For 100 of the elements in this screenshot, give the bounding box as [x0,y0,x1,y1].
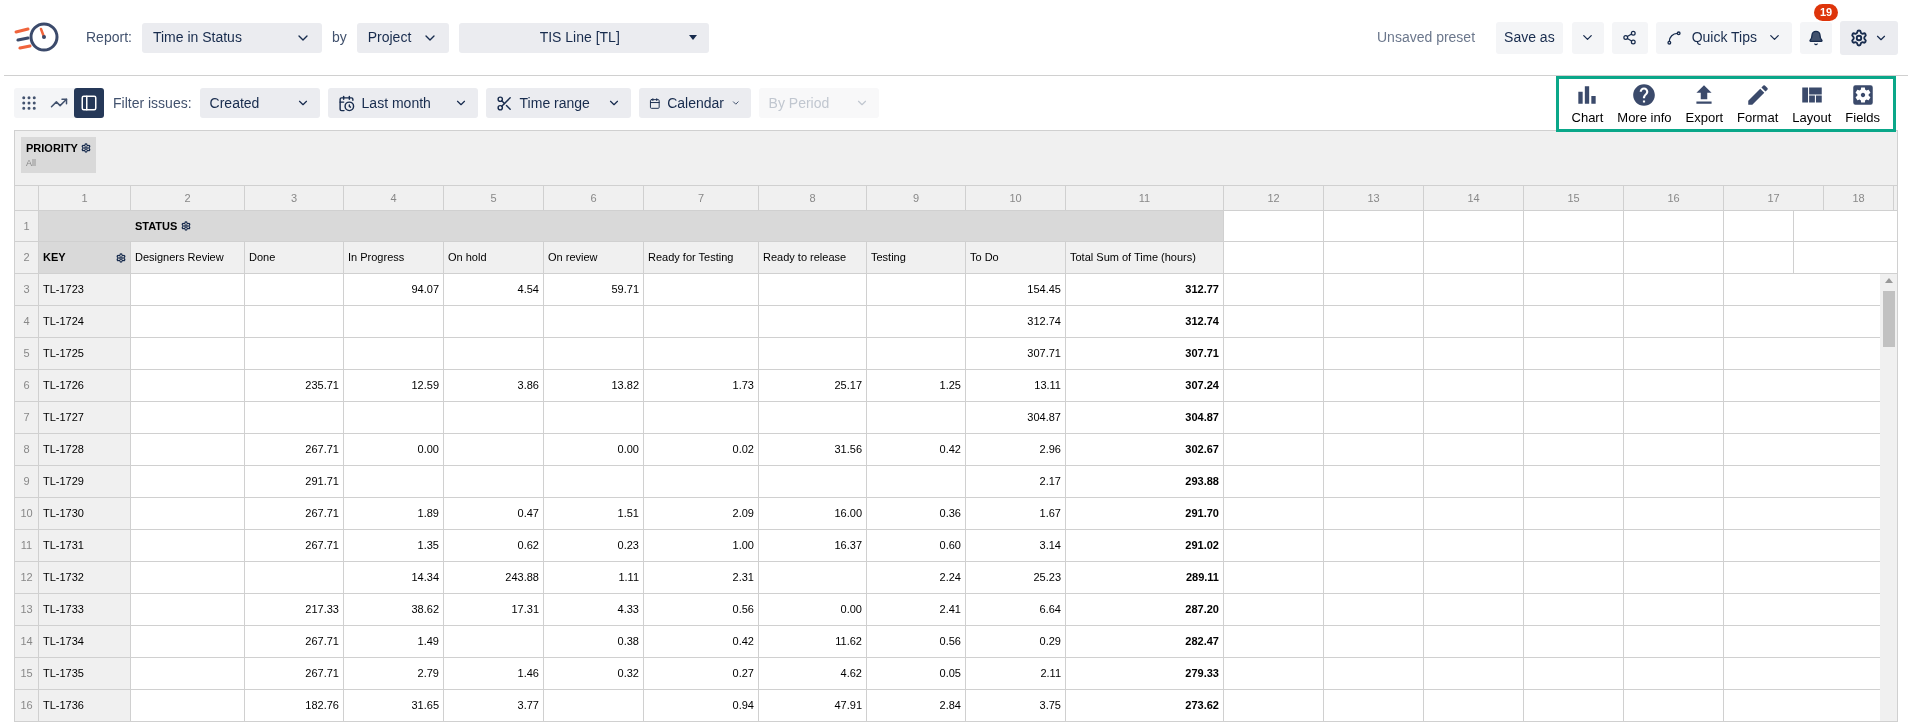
vertical-scrollbar[interactable] [1880,273,1897,721]
issue-key-cell: TL-1734 [39,626,131,657]
priority-filter-chip[interactable]: PRIORITY All [21,137,96,173]
issue-key-cell: TL-1733 [39,594,131,625]
spline-icon [1665,29,1682,46]
time-value: 25.23 [1033,570,1061,586]
time-value: 182.76 [305,698,339,714]
column-number: 8 [759,186,867,210]
settings-icon [80,143,91,154]
row-number: 2 [15,242,39,273]
share-button[interactable] [1611,21,1648,54]
time-value: 2.11 [1040,666,1061,682]
time-value: 6.64 [1039,602,1061,618]
time-value: 0.36 [939,506,961,522]
notifications-button[interactable] [1800,21,1832,54]
time-value: 291.71 [305,474,339,490]
time-value: 243.88 [505,570,539,586]
report-select[interactable]: Time in Status [141,22,322,53]
view-toggle-button[interactable] [74,88,104,118]
share-icon [1622,30,1638,45]
time-value: 3.77 [517,698,539,714]
column-number: 12 [1224,186,1324,210]
toolbar-action-button[interactable]: More info [1614,81,1675,128]
scissors-icon [495,94,513,112]
filter-select[interactable]: Time range [485,88,631,118]
time-value: 17.31 [511,602,539,618]
caret-down-icon [688,35,697,40]
time-value: 31.65 [411,698,439,714]
by-select[interactable]: Project [356,22,449,53]
filter-select[interactable]: Last month [327,88,478,118]
column-number: 5 [444,186,544,210]
toolbar-action-button[interactable]: Format [1734,81,1782,128]
time-value: 14.34 [411,570,439,586]
time-value: 1.67 [1039,506,1061,522]
save-as-button[interactable]: Save as [1496,21,1563,54]
time-value: 2.84 [939,698,961,714]
filter-label: Filter issues: [113,93,192,113]
grid-view-icon [20,94,38,112]
time-value: 0.56 [732,602,754,618]
time-value: 2.41 [939,602,961,618]
filter-select[interactable]: Calendar [638,88,751,118]
column-number: 1 [39,186,131,210]
time-value: 11.62 [835,634,862,650]
time-value: 4.54 [517,282,539,298]
preset-status: Unsaved preset [1377,28,1476,47]
issue-key-cell: TL-1723 [39,274,131,305]
row-number: 9 [15,466,39,497]
time-value: 31.56 [834,442,862,458]
time-value: 0.27 [732,666,754,682]
row-number: 13 [15,594,39,625]
row-number: 5 [15,338,39,369]
issue-key-cell: TL-1731 [39,530,131,561]
column-number: 4 [344,186,444,210]
time-value: 3.14 [1039,538,1061,554]
column-number: 17 [1724,186,1824,210]
issue-key-cell: TL-1727 [39,402,131,433]
key-header: KEY [39,242,131,273]
toolbar-action-button[interactable]: Layout [1789,81,1835,128]
time-value: 0.42 [732,634,754,650]
column-number: 9 [867,186,966,210]
time-value: 154.45 [1027,282,1061,298]
time-value: 3.86 [517,378,539,394]
total-value: 282.47 [1185,634,1219,650]
time-value: 1.00 [732,538,754,554]
status-column-header: Done [245,242,344,273]
priority-label: PRIORITY [26,141,78,156]
quick-tips-button[interactable]: Quick Tips [1655,21,1792,54]
toolbar-action-button[interactable]: Export [1682,81,1727,128]
issue-key-cell: TL-1732 [39,562,131,593]
time-value: 0.29 [1039,634,1061,650]
time-value: 0.94 [732,698,754,714]
time-value: 1.51 [617,506,639,522]
column-number: 11 [1066,186,1224,210]
total-value: 312.74 [1185,314,1219,330]
issue-key-cell: TL-1729 [39,466,131,497]
project-name-dropdown[interactable]: TIS Line [TL] [458,22,709,53]
table-view-icon [80,94,98,112]
status-column-header: Ready for Testing [644,242,759,273]
priority-value: All [26,156,37,170]
time-value: 304.87 [1027,410,1061,426]
toolbar-action-button[interactable]: Fields [1842,81,1883,128]
filter-select[interactable]: Created [199,88,320,118]
time-value: 307.71 [1027,346,1061,362]
issue-key-cell: TL-1724 [39,306,131,337]
status-column-header: To Do [966,242,1066,273]
calendar-clock-icon [337,94,355,112]
total-column-header: Total Sum of Time (hours) [1066,242,1224,273]
column-number: 10 [966,186,1066,210]
time-value: 267.71 [305,538,339,554]
issue-key-cell: TL-1728 [39,434,131,465]
row-number: 6 [15,370,39,401]
time-value: 0.38 [617,634,639,650]
status-column-header: Designers Review [131,242,245,273]
scrollbar-thumb[interactable] [1882,291,1895,347]
settings-button[interactable] [1840,20,1898,55]
time-value: 1.89 [417,506,439,522]
total-value: 273.62 [1185,698,1219,714]
time-value: 1.49 [417,634,439,650]
total-value: 312.77 [1185,282,1219,298]
toolbar-action-button[interactable]: Chart [1568,81,1607,128]
